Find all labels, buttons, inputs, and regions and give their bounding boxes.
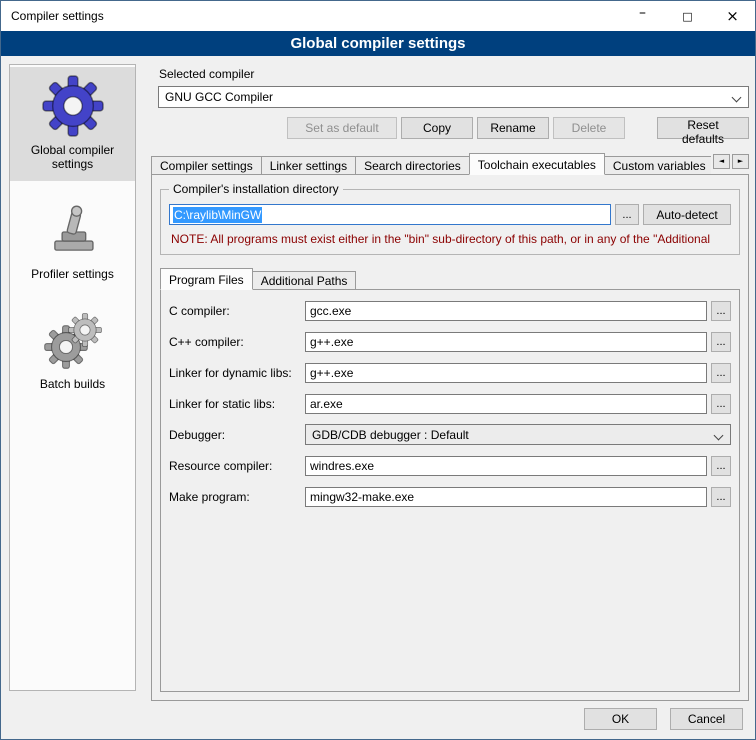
window-maximize-button[interactable]: □ xyxy=(665,1,710,31)
selected-compiler-value: GNU GCC Compiler xyxy=(165,90,273,104)
resource-compiler-input[interactable] xyxy=(305,456,707,476)
tab-compiler-settings[interactable]: Compiler settings xyxy=(151,156,262,175)
chevron-down-icon xyxy=(714,431,724,441)
toolchain-executables-panel: Compiler's installation directory C:\ray… xyxy=(151,174,749,701)
field-label: C compiler: xyxy=(169,304,305,318)
form-row: Make program: ... xyxy=(169,486,731,507)
tab-program-files[interactable]: Program Files xyxy=(160,268,253,290)
c-compiler-input[interactable] xyxy=(305,301,707,321)
browse-cpp-compiler-button[interactable]: ... xyxy=(711,332,731,352)
field-label: Debugger: xyxy=(169,428,305,442)
form-row: Linker for dynamic libs: ... xyxy=(169,362,731,383)
sidebar-item-profiler-settings[interactable]: Profiler settings xyxy=(10,195,135,291)
close-icon: × xyxy=(726,7,739,25)
dialog-banner-title: Global compiler settings xyxy=(1,31,755,56)
installation-directory-group-title: Compiler's installation directory xyxy=(169,182,343,196)
window-title: Compiler settings xyxy=(1,9,620,23)
tab-additional-paths[interactable]: Additional Paths xyxy=(252,271,357,290)
debugger-select[interactable]: GDB/CDB debugger : Default xyxy=(305,424,731,445)
copy-button[interactable]: Copy xyxy=(401,117,473,139)
profiler-icon xyxy=(44,203,102,261)
form-row: C++ compiler: ... xyxy=(169,331,731,352)
sidebar-item-batch-builds[interactable]: Batch builds xyxy=(10,305,135,401)
compiler-settings-dialog: Compiler settings – □ × Global compiler … xyxy=(0,0,756,740)
browse-c-compiler-button[interactable]: ... xyxy=(711,301,731,321)
installation-directory-value: C:\raylib\MinGW xyxy=(173,207,262,223)
tab-toolchain-executables[interactable]: Toolchain executables xyxy=(469,153,605,175)
browse-make-program-button[interactable]: ... xyxy=(711,487,731,507)
window-minimize-button[interactable]: – xyxy=(620,1,665,31)
form-row: Linker for static libs: ... xyxy=(169,393,731,414)
field-label: Linker for static libs: xyxy=(169,397,305,411)
field-label: Resource compiler: xyxy=(169,459,305,473)
sidebar-item-label: Profiler settings xyxy=(13,267,132,281)
browse-static-linker-button[interactable]: ... xyxy=(711,394,731,414)
compiler-actions: Set as default Copy Rename Delete Reset … xyxy=(158,117,749,139)
maximize-icon: □ xyxy=(682,10,692,23)
installation-directory-group: Compiler's installation directory C:\ray… xyxy=(160,189,740,255)
settings-tabstrip: Compiler settings Linker settings Search… xyxy=(151,153,749,175)
cpp-compiler-input[interactable] xyxy=(305,332,707,352)
set-as-default-button[interactable]: Set as default xyxy=(287,117,397,139)
dynamic-linker-input[interactable] xyxy=(305,363,707,383)
tab-linker-settings[interactable]: Linker settings xyxy=(261,156,356,175)
field-label: Linker for dynamic libs: xyxy=(169,366,305,380)
form-row: Debugger: GDB/CDB debugger : Default xyxy=(169,424,731,445)
window-close-button[interactable]: × xyxy=(710,1,755,31)
auto-detect-button[interactable]: Auto-detect xyxy=(643,204,731,225)
browse-dynamic-linker-button[interactable]: ... xyxy=(711,363,731,383)
batch-builds-icon xyxy=(44,313,102,371)
static-linker-input[interactable] xyxy=(305,394,707,414)
browse-installation-directory-button[interactable]: ... xyxy=(615,204,639,225)
tab-search-directories[interactable]: Search directories xyxy=(355,156,470,175)
sidebar-item-label: Global compiler settings xyxy=(13,143,132,171)
tab-scroll-left-icon[interactable]: ◄ xyxy=(713,154,730,169)
dialog-footer: OK Cancel xyxy=(584,708,743,730)
selected-compiler-label: Selected compiler xyxy=(159,67,749,81)
tab-custom-variables[interactable]: Custom variables xyxy=(604,156,711,175)
settings-sidebar: Global compiler settings Profiler settin… xyxy=(9,64,136,691)
sidebar-item-global-compiler-settings[interactable]: Global compiler settings xyxy=(10,67,135,181)
debugger-value: GDB/CDB debugger : Default xyxy=(312,428,469,442)
main-panel: Selected compiler GNU GCC Compiler Set a… xyxy=(146,64,749,701)
gear-icon xyxy=(42,75,104,137)
tabs-scroll-viewport: Compiler settings Linker settings Search… xyxy=(151,153,711,175)
form-row: Resource compiler: ... xyxy=(169,455,731,476)
installation-directory-note: NOTE: All programs must exist either in … xyxy=(171,232,731,246)
selected-compiler-dropdown[interactable]: GNU GCC Compiler xyxy=(158,86,749,108)
tab-scroll-right-icon[interactable]: ► xyxy=(732,154,749,169)
field-label: C++ compiler: xyxy=(169,335,305,349)
form-row: C compiler: ... xyxy=(169,300,731,321)
rename-button[interactable]: Rename xyxy=(477,117,549,139)
minimize-icon: – xyxy=(639,5,646,21)
program-files-tabstrip: Program Files Additional Paths xyxy=(160,268,740,290)
reset-defaults-button[interactable]: Reset defaults xyxy=(657,117,749,139)
sidebar-item-label: Batch builds xyxy=(13,377,132,391)
program-files-panel: C compiler: ... C++ compiler: ... Linker… xyxy=(160,289,740,692)
make-program-input[interactable] xyxy=(305,487,707,507)
cancel-button[interactable]: Cancel xyxy=(670,708,743,730)
field-label: Make program: xyxy=(169,490,305,504)
chevron-down-icon xyxy=(732,93,742,103)
browse-resource-compiler-button[interactable]: ... xyxy=(711,456,731,476)
delete-button[interactable]: Delete xyxy=(553,117,625,139)
tab-scroll-buttons: ◄ ► xyxy=(713,154,749,169)
titlebar: Compiler settings – □ × xyxy=(1,1,755,31)
installation-directory-input[interactable]: C:\raylib\MinGW xyxy=(169,204,611,225)
ok-button[interactable]: OK xyxy=(584,708,657,730)
